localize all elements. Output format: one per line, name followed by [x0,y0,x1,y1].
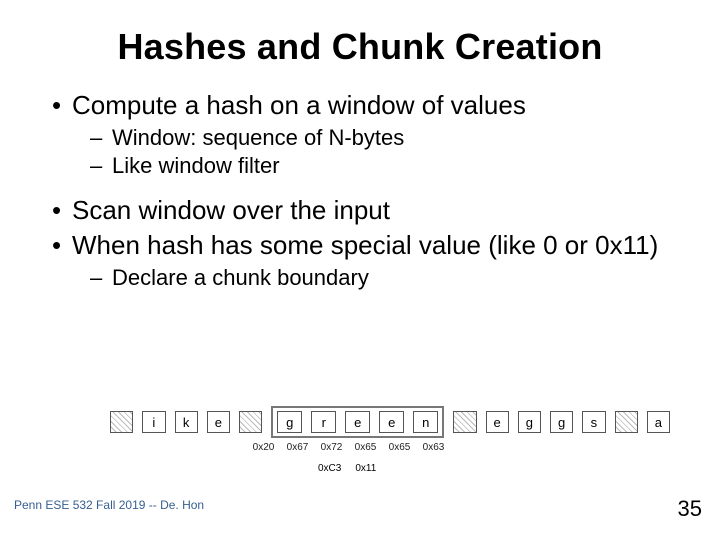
byte-cell: n [413,411,438,433]
hex-label: 0x63 [421,442,446,453]
slide: Hashes and Chunk Creation • Compute a ha… [0,0,720,540]
bullet-1: • Compute a hash on a window of values [52,90,674,121]
byte-cell [110,411,133,433]
page-number: 35 [678,496,702,522]
bullet-3a-text: Declare a chunk boundary [112,265,369,291]
bullet-1-text: Compute a hash on a window of values [72,90,526,121]
bullet-dash: – [90,265,112,291]
hex-row: 0x20 0x67 0x72 0x65 0x65 0x63 [251,442,670,453]
bullet-1a: – Window: sequence of N-bytes [90,125,674,151]
hex-label: 0x65 [353,442,378,453]
bullet-dot: • [52,230,72,261]
bullet-3a: – Declare a chunk boundary [90,265,674,291]
hash-hex-row: 0xC3 0x11 [318,463,670,474]
window-frame: g r e e n [271,406,444,438]
byte-cell: r [311,411,336,433]
bullet-2-text: Scan window over the input [72,195,390,226]
bullet-1b: – Like window filter [90,153,674,179]
byte-cell: e [379,411,404,433]
bullet-3-text: When hash has some special value (like 0… [72,230,658,261]
byte-cell: g [518,411,541,433]
bullet-2: • Scan window over the input [52,195,674,226]
hex-label: 0x72 [319,442,344,453]
hash-hex-a: 0xC3 [318,463,341,474]
byte-cell: i [142,411,165,433]
bullet-dash: – [90,125,112,151]
byte-cell: s [582,411,605,433]
byte-cell [615,411,638,433]
hex-label: 0x20 [251,442,276,453]
byte-cell: g [277,411,302,433]
bullet-dot: • [52,90,72,121]
byte-cell: k [175,411,198,433]
hex-label: 0x67 [285,442,310,453]
bullet-1a-text: Window: sequence of N-bytes [112,125,404,151]
footer-course: Penn ESE 532 Fall 2019 -- De. Hon [14,498,204,512]
hex-label: 0x65 [387,442,412,453]
byte-cell: a [647,411,670,433]
byte-cell: e [486,411,509,433]
byte-cell: e [207,411,230,433]
hash-hex-b: 0x11 [355,463,376,474]
slide-title: Hashes and Chunk Creation [46,26,674,68]
bullet-dot: • [52,195,72,226]
bullet-3: • When hash has some special value (like… [52,230,674,261]
bullet-1b-text: Like window filter [112,153,280,179]
byte-cell: e [345,411,370,433]
bullet-dash: – [90,153,112,179]
byte-cell [453,411,476,433]
byte-cell [239,411,262,433]
byte-cell: g [550,411,573,433]
byte-diagram: i k e g r e e n e g g s a 0x20 0x67 0x72… [110,406,670,474]
byte-row: i k e g r e e n e g g s a [110,406,670,438]
